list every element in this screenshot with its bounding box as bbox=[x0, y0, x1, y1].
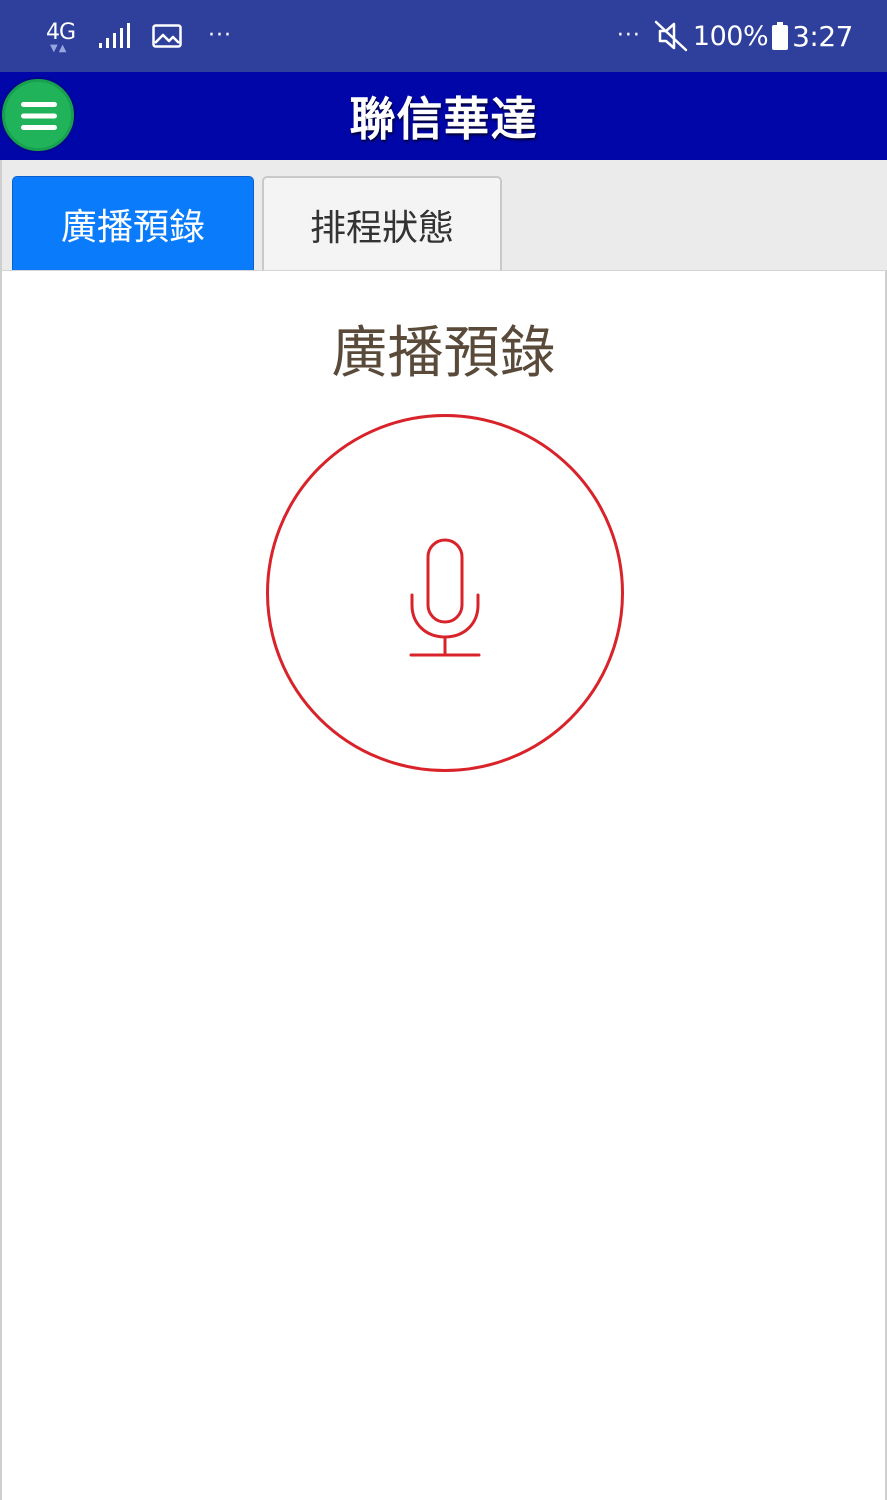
vibrate-off-icon bbox=[654, 20, 688, 52]
tab-broadcast-prerecord[interactable]: 廣播預錄 bbox=[12, 176, 254, 271]
signal-strength-icon bbox=[99, 23, 130, 48]
4g-icon: 4G ▼▲ bbox=[44, 16, 78, 56]
app-title: 聯信華達 bbox=[349, 92, 538, 146]
app-root: 4G ▼▲ ··· ··· 100% 3:27 聯信華達 廣播預錄 排程狀態 廣… bbox=[0, 0, 887, 1500]
more-status-icon: ··· bbox=[616, 23, 641, 48]
page-title: 廣播預錄 bbox=[331, 321, 556, 386]
more-notifications-icon: ··· bbox=[208, 23, 232, 48]
tab-schedule-status[interactable]: 排程狀態 bbox=[262, 176, 502, 271]
battery-icon bbox=[772, 22, 789, 50]
network-activity-arrows: ▼▲ bbox=[50, 43, 68, 54]
status-bar: 4G ▼▲ ··· ··· 100% 3:27 bbox=[0, 0, 887, 72]
record-button[interactable] bbox=[266, 414, 624, 772]
app-header: 聯信華達 bbox=[0, 72, 887, 160]
status-bar-left: 4G ▼▲ ··· bbox=[44, 0, 232, 72]
hamburger-menu-icon bbox=[21, 102, 57, 130]
content-panel: 廣播預錄 bbox=[0, 270, 887, 1500]
gallery-notification-icon bbox=[152, 24, 182, 48]
status-time: 3:27 bbox=[792, 19, 853, 53]
battery-percent: 100% bbox=[692, 20, 769, 52]
tab-bar: 廣播預錄 排程狀態 bbox=[0, 160, 887, 271]
network-type-label: 4G bbox=[46, 20, 76, 45]
microphone-icon bbox=[409, 538, 481, 657]
status-bar-right: ··· 100% 3:27 bbox=[616, 0, 854, 72]
menu-button[interactable] bbox=[2, 79, 74, 151]
